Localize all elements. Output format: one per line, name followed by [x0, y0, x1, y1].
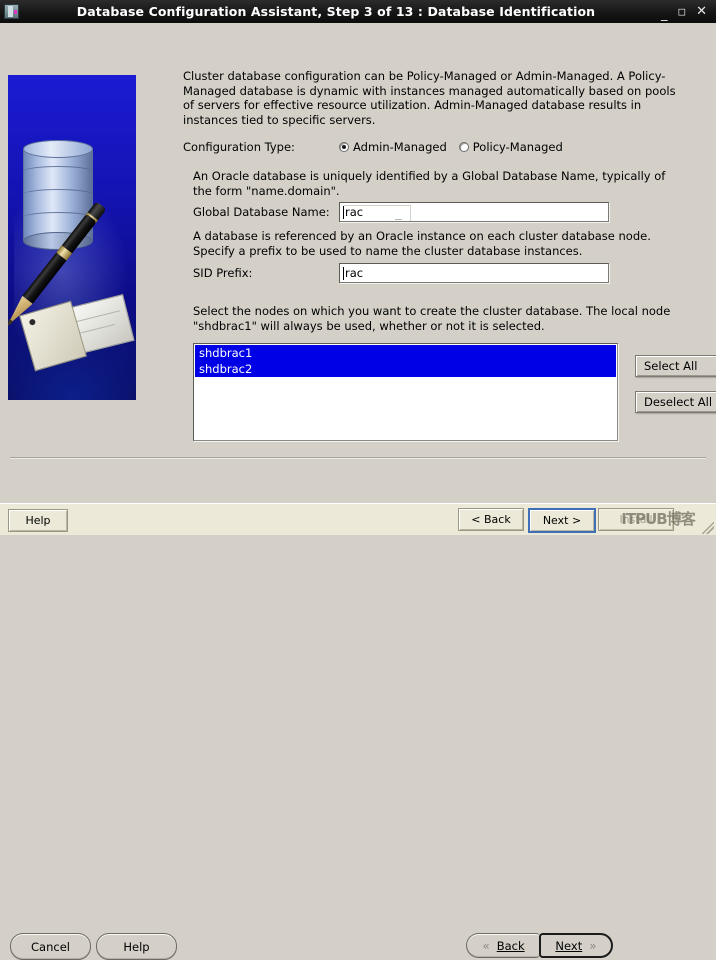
sid-prefix-input[interactable]: rac — [339, 263, 609, 283]
window-controls: _ □ ✕ — [661, 5, 707, 21]
chevron-right-icon: » — [589, 938, 597, 953]
status-help-button[interactable]: Help — [8, 509, 68, 532]
list-item[interactable]: shdbrac2 — [195, 361, 616, 377]
radio-admin-managed[interactable]: Admin-Managed — [339, 140, 447, 154]
database-app-icon — [4, 4, 19, 19]
sid-prefix-row: SID Prefix: rac — [193, 263, 609, 283]
intro-text: Cluster database configuration can be Po… — [183, 69, 676, 127]
sid-prefix-label: SID Prefix: — [193, 266, 253, 280]
global-db-name-label: Global Database Name: — [193, 205, 330, 219]
title-bar: Database Configuration Assistant, Step 3… — [0, 0, 716, 23]
next-button-label: Next — [555, 938, 583, 953]
help-button[interactable]: Help — [96, 933, 177, 960]
global-db-name-input[interactable]: rac — [339, 202, 609, 222]
window-title: Database Configuration Assistant, Step 3… — [76, 4, 596, 19]
list-item[interactable]: shdbrac1 — [195, 345, 616, 361]
radio-admin-managed-label: Admin-Managed — [353, 140, 447, 154]
button-bar-separator — [10, 457, 706, 459]
sid-description: A database is referenced by an Oracle in… — [193, 229, 651, 258]
global-db-description: An Oracle database is uniquely identifie… — [193, 169, 666, 198]
input-artifact-2 — [395, 219, 402, 220]
minimize-icon[interactable]: _ — [661, 8, 668, 21]
status-back-button[interactable]: < Back — [458, 508, 524, 531]
navigation-group: « Back Next » — [466, 933, 613, 958]
text-caret — [343, 266, 344, 280]
node-list[interactable]: shdbrac1 shdbrac2 — [193, 343, 618, 441]
dialog-body: Cluster database configuration can be Po… — [0, 23, 716, 457]
config-type-row: Configuration Type: — [183, 140, 295, 154]
sid-prefix-value: rac — [345, 266, 364, 280]
resize-grip[interactable] — [702, 522, 714, 534]
select-all-button[interactable]: Select All — [635, 355, 716, 377]
radio-dot-icon — [458, 142, 469, 152]
back-button-label: Back — [496, 938, 525, 953]
cancel-button[interactable]: Cancel — [10, 933, 91, 960]
config-type-label: Configuration Type: — [183, 140, 295, 154]
chevron-left-icon: « — [482, 938, 490, 953]
maximize-icon[interactable]: □ — [678, 5, 685, 18]
config-type-radio-group: Admin-Managed Policy-Managed — [339, 140, 563, 154]
status-install-button: Install — [598, 508, 674, 531]
oracle-database-pen-tag-graphic — [8, 75, 136, 400]
next-button[interactable]: Next » — [539, 933, 613, 958]
status-next-button[interactable]: Next > — [528, 508, 596, 533]
global-db-name-value: rac — [345, 205, 364, 219]
radio-policy-managed[interactable]: Policy-Managed — [458, 140, 563, 154]
back-button[interactable]: « Back — [466, 933, 540, 958]
nodes-description: Select the nodes on which you want to cr… — [193, 304, 671, 333]
deselect-all-button[interactable]: Deselect All — [635, 391, 716, 413]
radio-dot-icon — [339, 142, 349, 152]
text-caret — [343, 205, 344, 219]
radio-policy-managed-label: Policy-Managed — [472, 140, 563, 154]
close-icon[interactable]: ✕ — [696, 5, 707, 18]
form-pane: Cluster database configuration can be Po… — [183, 23, 716, 457]
node-list-actions: Select All Deselect All — [635, 355, 716, 427]
button-bar: Cancel Help « Back Next » — [0, 462, 716, 960]
global-db-name-row: Global Database Name: rac — [193, 202, 609, 222]
dbca-window: Database Configuration Assistant, Step 3… — [0, 0, 716, 960]
